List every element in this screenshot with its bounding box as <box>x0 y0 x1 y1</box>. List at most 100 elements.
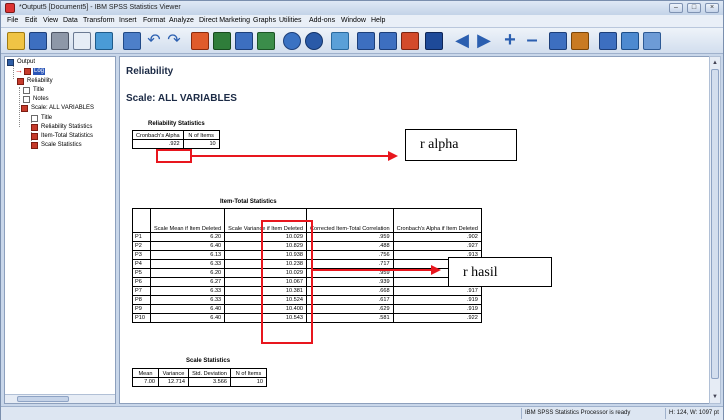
undo-icon[interactable]: ↶ <box>145 32 163 50</box>
forward-icon[interactable]: ▶ <box>475 31 493 50</box>
scroll-up-icon[interactable]: ▲ <box>711 59 719 67</box>
variance-value: 12.714 <box>158 377 189 387</box>
insert-heading-icon[interactable] <box>401 32 419 50</box>
hide-icon[interactable] <box>571 32 589 50</box>
designate-window-icon[interactable] <box>357 32 375 50</box>
show-all-icon[interactable] <box>379 32 397 50</box>
scale-statistics-caption: Scale Statistics <box>186 358 231 364</box>
variables-icon[interactable] <box>235 32 253 50</box>
header-alpha-if-deleted: Cronbach's Alpha if Item Deleted <box>392 208 482 233</box>
redo-icon[interactable]: ↷ <box>165 32 183 50</box>
table-cell: .939 <box>306 277 394 287</box>
notes-icon <box>23 96 30 103</box>
weight-icon[interactable] <box>283 32 301 50</box>
table-cell: .959 <box>306 232 394 242</box>
navigator-horizontal-scrollbar[interactable] <box>5 394 115 403</box>
print-preview-icon[interactable] <box>73 32 91 50</box>
table-cell: .922 <box>392 313 482 323</box>
menu-analyze[interactable]: Analyze <box>169 17 194 24</box>
scroll-down-icon[interactable]: ▼ <box>711 393 719 401</box>
row-label: P5 <box>132 268 151 278</box>
table-cell: 6.33 <box>149 286 226 296</box>
header-n-of-items: N of Items <box>182 130 220 140</box>
menu-direct-marketing[interactable]: Direct Marketing <box>199 17 250 24</box>
menu-insert[interactable]: Insert <box>119 17 137 24</box>
menu-data[interactable]: Data <box>63 17 78 24</box>
page-heading: Reliability <box>126 66 174 77</box>
title-bar: *Output5 [Document5] - IBM SPSS Statisti… <box>1 1 723 15</box>
save-icon[interactable] <box>29 32 47 50</box>
table-cell: .629 <box>306 304 394 314</box>
table-header-row: Mean Variance Std. Deviation N of Items <box>132 368 267 378</box>
selection-arrow-icon: → <box>15 66 23 75</box>
mean-value: 7.00 <box>132 377 159 387</box>
table-cell: 6.33 <box>149 259 226 269</box>
custom-dialog-icon[interactable] <box>643 32 661 50</box>
script-icon[interactable] <box>621 32 639 50</box>
menu-graphs[interactable]: Graphs <box>253 17 276 24</box>
page-subheading: Scale: ALL VARIABLES <box>126 93 237 104</box>
reliability-statistics-caption: Reliability Statistics <box>148 121 205 127</box>
close-button[interactable]: × <box>705 3 719 13</box>
menu-add-ons[interactable]: Add-ons <box>309 17 335 24</box>
value-labels-icon[interactable] <box>331 32 349 50</box>
table-cell: 6.27 <box>149 277 226 287</box>
split-file-icon[interactable] <box>257 32 275 50</box>
table-cell: .756 <box>306 250 394 260</box>
header-corrected-correlation: Corrected Item-Total Correlation <box>306 208 394 233</box>
scrollbar-thumb[interactable] <box>17 396 69 402</box>
maximize-button[interactable]: □ <box>687 3 701 13</box>
row-label: P9 <box>132 304 151 314</box>
table-icon <box>31 124 38 131</box>
row-label: P2 <box>132 241 151 251</box>
insert-title-icon[interactable] <box>425 32 443 50</box>
table-cell: 6.40 <box>149 304 226 314</box>
menu-transform[interactable]: Transform <box>83 17 115 24</box>
recall-dialog-icon[interactable] <box>123 32 141 50</box>
table-cell: .919 <box>392 295 482 305</box>
minimize-button[interactable]: – <box>669 3 683 13</box>
scrollbar-thumb[interactable] <box>711 69 719 379</box>
menu-file[interactable]: File <box>7 17 18 24</box>
menu-edit[interactable]: Edit <box>25 17 37 24</box>
table-cell: 6.13 <box>149 250 226 260</box>
show-icon[interactable] <box>549 32 567 50</box>
row-label: P6 <box>132 277 151 287</box>
table-cell: .919 <box>392 304 482 314</box>
menu-window[interactable]: Window <box>341 17 366 24</box>
menu-view[interactable]: View <box>43 17 58 24</box>
table-cell: .668 <box>306 286 394 296</box>
menu-format[interactable]: Format <box>143 17 165 24</box>
output-content-pane: Reliability Scale: ALL VARIABLES Reliabi… <box>119 56 717 404</box>
reliability-statistics-table[interactable]: Cronbach's Alpha N of Items .922 10 <box>132 130 220 149</box>
export-icon[interactable] <box>95 32 113 50</box>
back-icon[interactable]: ◀ <box>453 31 471 50</box>
row-label: P4 <box>132 259 151 269</box>
alpha-highlight-box <box>156 149 192 163</box>
n-of-items-value: 10 <box>230 377 267 387</box>
r-alpha-callout: r alpha <box>405 129 517 161</box>
title-icon <box>23 87 30 94</box>
print-icon[interactable] <box>51 32 69 50</box>
scale-icon <box>21 105 28 112</box>
open-icon[interactable] <box>7 32 25 50</box>
correlation-highlight-box <box>261 220 313 344</box>
table-icon <box>31 133 38 140</box>
scale-statistics-table[interactable]: Mean Variance Std. Deviation N of Items … <box>132 368 267 387</box>
table-cell: 6.20 <box>149 268 226 278</box>
select-cases-icon[interactable] <box>305 32 323 50</box>
goto-case-icon[interactable] <box>213 32 231 50</box>
item-total-statistics-caption: Item-Total Statistics <box>220 199 277 205</box>
header-mean: Mean <box>132 368 159 378</box>
hasil-arrow-line <box>313 269 433 271</box>
goto-data-icon[interactable] <box>191 32 209 50</box>
menu-utilities[interactable]: Utilities <box>279 17 302 24</box>
content-vertical-scrollbar[interactable]: ▲ ▼ <box>709 56 721 404</box>
expand-icon[interactable]: + <box>501 30 519 50</box>
std-deviation-value: 3.566 <box>188 377 231 387</box>
collapse-icon[interactable]: – <box>523 30 541 50</box>
menu-help[interactable]: Help <box>371 17 385 24</box>
output-navigator: Output → Log Reliability Title Notes Sca… <box>4 56 116 404</box>
row-label: P1 <box>132 232 151 242</box>
outline-icon[interactable] <box>599 32 617 50</box>
